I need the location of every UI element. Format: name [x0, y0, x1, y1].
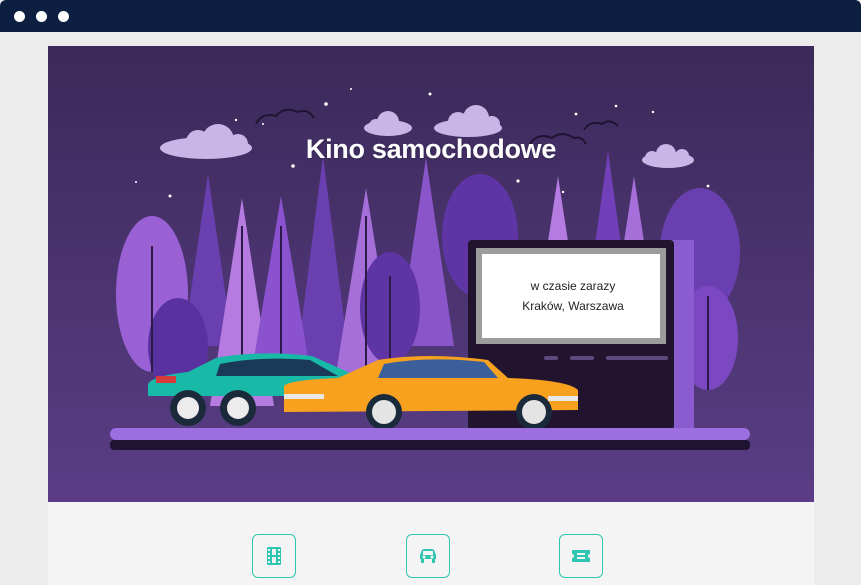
drive-in-illustration — [48, 46, 814, 502]
hero-title: Kino samochodowe — [305, 134, 557, 164]
hero-illustration: Kino samochodowe w czasie zarazy Kraków,… — [48, 46, 814, 502]
window-control-dot[interactable] — [14, 11, 25, 22]
car-icon — [420, 549, 436, 563]
page-viewport: Kino samochodowe w czasie zarazy Kraków,… — [0, 32, 861, 585]
feature-car[interactable] — [406, 534, 450, 578]
feature-ticket[interactable] — [559, 534, 603, 578]
screen-caption-line1: w czasie zarazy — [530, 279, 616, 293]
screen-caption-line2: Kraków, Warszawa — [522, 299, 624, 313]
browser-titlebar — [0, 0, 861, 32]
window-control-dot[interactable] — [58, 11, 69, 22]
feature-film[interactable] — [252, 534, 296, 578]
ticket-icon — [572, 550, 590, 562]
features-section — [48, 502, 814, 585]
film-icon — [267, 547, 281, 565]
window-control-dot[interactable] — [36, 11, 47, 22]
ground-platform — [110, 428, 750, 450]
